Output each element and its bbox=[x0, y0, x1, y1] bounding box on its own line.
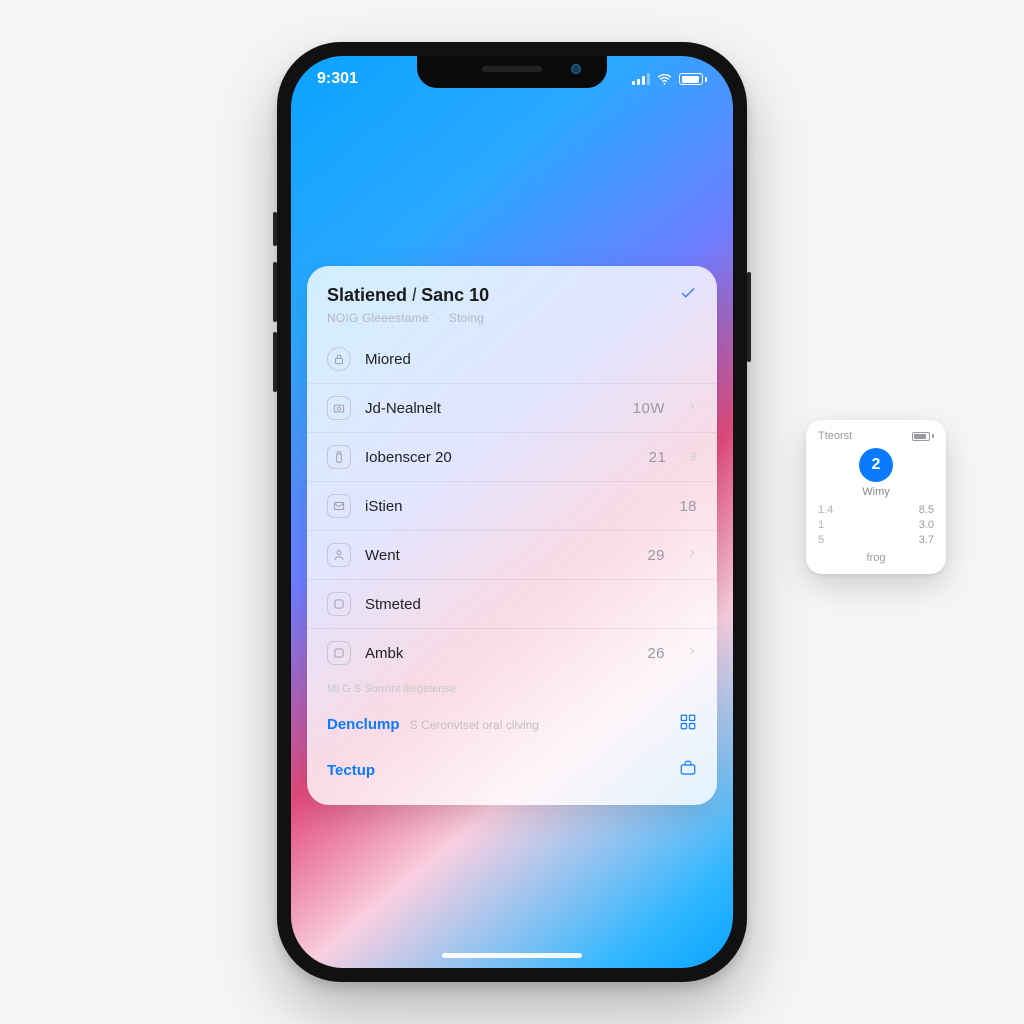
list-row[interactable]: Stmeted bbox=[307, 579, 717, 628]
volume-down-button[interactable] bbox=[273, 332, 277, 392]
camera-icon bbox=[327, 396, 351, 420]
row-value: 18 bbox=[679, 498, 697, 515]
widget-grid: 1.4 8.5 1 3.0 5 3.7 bbox=[818, 504, 934, 546]
card-title-left: Slatiened bbox=[327, 285, 407, 305]
widget-grid-cell: 3.0 bbox=[881, 519, 934, 531]
row-label: iStien bbox=[365, 498, 665, 515]
widget-grid-cell: 1 bbox=[818, 519, 871, 531]
list-row[interactable]: Went 29 bbox=[307, 530, 717, 579]
row-value: 10W bbox=[633, 400, 665, 417]
widget-grid-cell: 3.7 bbox=[881, 534, 934, 546]
phone-screen: 9:301 Slatiened l Sanc 10 bbox=[291, 56, 733, 968]
card-subtitle: NOIG Gleeestame · Stoing bbox=[307, 311, 717, 335]
briefcase-icon bbox=[679, 759, 697, 781]
side-widget[interactable]: Tteorst 2 Wimy 1.4 8.5 1 3.0 5 3.7 frog bbox=[806, 420, 946, 574]
section-footnote: MI G S Sorrnnt iliegetense bbox=[307, 677, 717, 701]
wifi-icon bbox=[656, 71, 673, 88]
card-title-right: Sanc 10 bbox=[421, 285, 489, 305]
chevron-right-icon bbox=[687, 546, 697, 565]
row-extra: 8 bbox=[690, 450, 697, 464]
row-label: Stmeted bbox=[365, 596, 697, 613]
widget-title: Tteorst bbox=[818, 430, 852, 442]
square-icon bbox=[327, 592, 351, 616]
card-subtitle-b: Stoing bbox=[449, 311, 484, 325]
card-title: Slatiened l Sanc 10 bbox=[327, 285, 489, 306]
chevron-right-icon bbox=[687, 644, 697, 663]
power-button[interactable] bbox=[747, 272, 751, 362]
widget-grid-cell: 5 bbox=[818, 534, 871, 546]
list-row[interactable]: Ambk 26 bbox=[307, 628, 717, 677]
list-row[interactable]: Iobenscer 20 21 8 bbox=[307, 432, 717, 481]
row-label: Miored bbox=[365, 351, 697, 368]
action-tectup[interactable]: Tectup bbox=[307, 747, 717, 793]
card-title-sep: l bbox=[412, 285, 416, 305]
widget-grid-cell: 8.5 bbox=[881, 504, 934, 516]
front-camera bbox=[571, 64, 581, 74]
grid-icon bbox=[679, 713, 697, 735]
lock-icon bbox=[327, 347, 351, 371]
speaker-grille bbox=[482, 66, 542, 72]
widget-bottom: frog bbox=[818, 552, 934, 564]
list-row[interactable]: iStien 18 bbox=[307, 481, 717, 530]
card-action-icon[interactable] bbox=[679, 284, 697, 307]
action-denclump-sub: S Ceronvtset oral cliving bbox=[410, 718, 539, 732]
mute-switch[interactable] bbox=[273, 212, 277, 246]
main-card: Slatiened l Sanc 10 NOIG Gleeestame · St… bbox=[307, 266, 717, 805]
phone-frame: 9:301 Slatiened l Sanc 10 bbox=[277, 42, 747, 982]
row-label: Iobenscer 20 bbox=[365, 449, 635, 466]
envelope-icon bbox=[327, 494, 351, 518]
action-tectup-label: Tectup bbox=[327, 762, 375, 779]
row-label: Jd-Nealnelt bbox=[365, 400, 619, 417]
action-denclump[interactable]: Denclump S Ceronvtset oral cliving bbox=[307, 701, 717, 747]
square-icon bbox=[327, 641, 351, 665]
widget-badge: 2 bbox=[859, 448, 893, 482]
chevron-right-icon bbox=[687, 399, 697, 418]
widget-battery-icon bbox=[912, 432, 934, 441]
bottle-icon bbox=[327, 445, 351, 469]
cellular-signal-icon bbox=[632, 73, 650, 85]
battery-icon bbox=[679, 73, 707, 85]
subtitle-divider-icon: · bbox=[437, 311, 441, 325]
status-time: 9:301 bbox=[317, 70, 358, 88]
home-indicator[interactable] bbox=[442, 953, 582, 958]
settings-list: Miored Jd-Nealnelt 10W Iobenscer 20 21 8 iStie… bbox=[307, 335, 717, 677]
action-denclump-label: Denclump bbox=[327, 716, 400, 733]
row-value: 26 bbox=[647, 645, 665, 662]
list-row[interactable]: Jd-Nealnelt 10W bbox=[307, 383, 717, 432]
row-label: Ambk bbox=[365, 645, 633, 662]
card-subtitle-a: NOIG Gleeestame bbox=[327, 311, 429, 325]
volume-up-button[interactable] bbox=[273, 262, 277, 322]
row-label: Went bbox=[365, 547, 633, 564]
row-value: 29 bbox=[647, 547, 665, 564]
row-value: 21 bbox=[649, 449, 667, 466]
list-row[interactable]: Miored bbox=[307, 335, 717, 383]
notch bbox=[417, 56, 607, 88]
person-icon bbox=[327, 543, 351, 567]
widget-caption: Wimy bbox=[818, 486, 934, 498]
widget-grid-cell: 1.4 bbox=[818, 504, 871, 516]
